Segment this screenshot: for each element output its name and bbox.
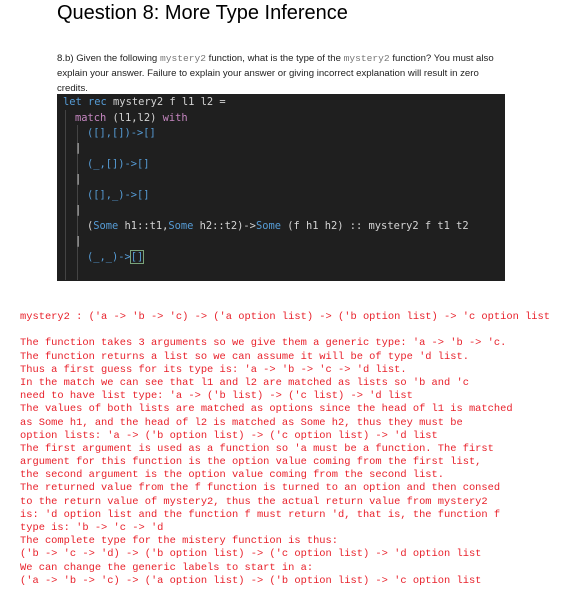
code-line: ([],[])->[]	[87, 127, 156, 139]
code-line: let rec mystery2 f l1 l2 =	[63, 95, 226, 110]
answer-line: is: 'd option list and the function f mu…	[20, 508, 501, 521]
code-text: (l1,l2)	[106, 112, 163, 124]
answer-line: The first argument is used as a function…	[20, 442, 494, 455]
answer-line: as Some h1, and the head of l2 is matche…	[20, 416, 463, 429]
page-title: Question 8: More Type Inference	[57, 2, 348, 24]
answer-line: to the return value of mystery2, thus th…	[20, 495, 488, 508]
answer-line: ('a -> 'b -> 'c) -> ('a option list) -> …	[20, 574, 482, 587]
code-line: |	[75, 142, 82, 154]
code-text: mystery2 f l1 l2 =	[106, 96, 226, 108]
code-line: |	[75, 235, 82, 247]
code-text: h1::t1,	[118, 220, 169, 232]
keyword: Some	[93, 220, 119, 232]
answer-line: ('b -> 'c -> 'd) -> ('b option list) -> …	[20, 548, 482, 561]
code-block: let rec mystery2 f l1 l2 = match (l1,l2)…	[57, 94, 505, 281]
keyword: Some	[255, 220, 281, 232]
question-prefix: 8.b) Given the following	[57, 53, 160, 64]
question-text: 8.b) Given the following mystery2 functi…	[57, 51, 507, 96]
answer-line: The complete type for the mistery functi…	[20, 535, 339, 548]
code-line: |	[75, 204, 82, 216]
keyword: with	[162, 112, 188, 124]
code-text: (_,_)->	[87, 251, 131, 263]
keyword: Some	[168, 220, 194, 232]
answer-line: The values of both lists are matched as …	[20, 403, 513, 416]
code-line: match (l1,l2) with	[75, 111, 188, 126]
answer-line: The function takes 3 arguments so we giv…	[20, 337, 507, 350]
answer-line: argument for this function is the option…	[20, 456, 482, 469]
function-name: mystery2	[343, 53, 390, 64]
answer-line: Thus a first guess for its type is: 'a -…	[20, 363, 407, 376]
function-name: mystery2	[159, 53, 206, 64]
answer-line: need to have list type: 'a -> ('b list) …	[20, 390, 413, 403]
answer-line: In the match we can see that l1 and l2 a…	[20, 376, 469, 389]
answer-line: The function returns a list so we can as…	[20, 350, 469, 363]
code-line: (_,[])->[]	[87, 158, 150, 170]
code-line: (_,_)->[]	[87, 250, 145, 265]
answer-line: option lists: 'a -> ('b option list) -> …	[20, 429, 438, 442]
code-line: |	[75, 173, 82, 185]
answer-text: mystery2 : ('a -> 'b -> 'c) -> ('a optio…	[20, 311, 550, 588]
code-line: (Some h1::t1,Some h2::t2)->Some (f h1 h2…	[87, 220, 469, 232]
code-text: h2::t2)->	[193, 220, 256, 232]
question-mid: function, what is the type of the	[206, 53, 344, 64]
answer-line: The returned value from the f function i…	[20, 482, 501, 495]
indent-guide	[65, 110, 66, 280]
code-line: ([],_)->[]	[87, 189, 150, 201]
answer-line: mystery2 : ('a -> 'b -> 'c) -> ('a optio…	[20, 311, 551, 323]
cursor-bracket: []	[129, 250, 145, 264]
answer-line: type is: 'b -> 'c -> 'd	[20, 522, 164, 534]
answer-line	[20, 324, 550, 337]
answer-line: We can change the generic labels to star…	[20, 561, 314, 574]
keyword: match	[75, 112, 107, 124]
answer-line: the second argument is the option value …	[20, 469, 445, 482]
keyword: let rec	[63, 96, 107, 108]
code-text: (f h1 h2) :: mystery2 f t1 t2	[280, 220, 469, 232]
